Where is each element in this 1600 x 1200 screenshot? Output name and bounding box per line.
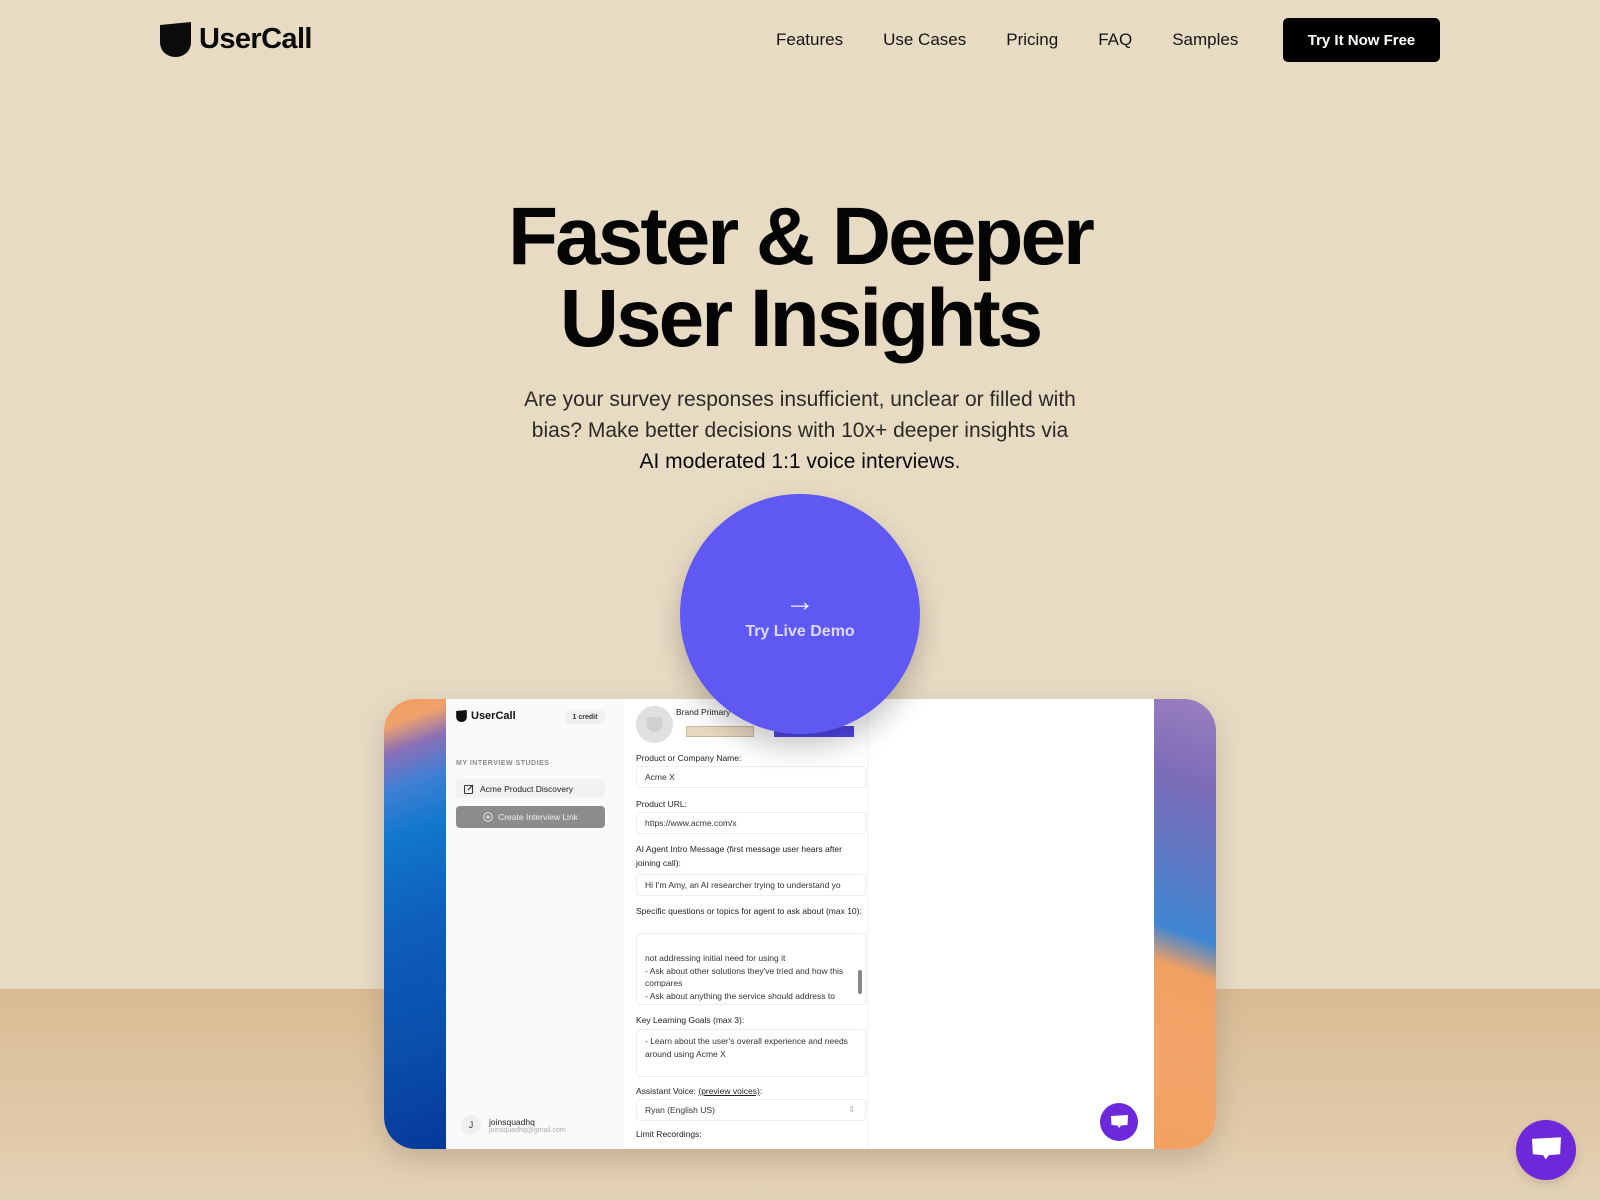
voice-select[interactable]: Ryan (English US) ⇕ (636, 1099, 866, 1121)
credits-badge: 1 credit (565, 710, 605, 724)
demo-label: Try Live Demo (745, 623, 855, 640)
subtitle-end: . (954, 450, 961, 473)
app-screen: UserCall 1 credit MY INTERVIEW STUDIES A… (446, 699, 1154, 1149)
user-email: joinsquadhq@gmail.com (489, 1126, 566, 1134)
shield-logo-icon (456, 710, 467, 722)
support-chat-button[interactable] (1516, 1120, 1576, 1180)
limit-recordings-label: Limit Recordings: (636, 1129, 702, 1139)
nav-pricing[interactable]: Pricing (1006, 30, 1058, 50)
arrow-right-icon: → (785, 585, 815, 618)
voice-select-value: Ryan (English US) (645, 1105, 715, 1115)
shield-logo-icon (160, 22, 191, 57)
questions-label: Specific questions or topics for agent t… (636, 906, 862, 916)
company-name-input[interactable]: Acme X (636, 766, 866, 788)
nav-faq[interactable]: FAQ (1098, 30, 1132, 50)
plus-circle-icon (483, 812, 493, 822)
product-url-label: Product URL: (636, 799, 688, 809)
intro-message-label: AI Agent Intro Message (first message us… (636, 844, 842, 868)
logo[interactable]: UserCall (160, 22, 312, 57)
learning-goals-label: Key Learning Goals (max 3): (636, 1015, 745, 1025)
user-profile[interactable]: J joinsquadhq joinsquadhq@gmail.com (461, 1115, 566, 1135)
nav-features[interactable]: Features (776, 30, 843, 50)
nav-samples[interactable]: Samples (1172, 30, 1238, 50)
headline-line-1: Faster & Deeper (508, 191, 1095, 282)
app-sidebar: UserCall 1 credit MY INTERVIEW STUDIES A… (446, 699, 624, 1149)
chat-bubble-icon (1110, 1114, 1128, 1128)
subtitle-emphasis: AI moderated 1:1 voice interviews (639, 450, 955, 473)
headline-line-2: User Insights (559, 273, 1043, 364)
wallpaper-left (384, 699, 446, 1149)
app-logo: UserCall (456, 710, 516, 722)
create-button-label: Create Interview Link (498, 812, 578, 822)
app-chat-button[interactable] (1100, 1103, 1138, 1141)
voice-label: Assistant Voice: (preview voices): (636, 1084, 868, 1098)
subtitle-text: Are your survey responses insufficient, … (524, 388, 1076, 442)
study-item[interactable]: Acme Product Discovery (456, 779, 605, 798)
app-logo-text: UserCall (471, 710, 516, 722)
voice-label-text: Assistant Voice: (636, 1086, 699, 1096)
select-chevrons-icon: ⇕ (848, 1105, 855, 1114)
main-nav: Features Use Cases Pricing FAQ Samples (776, 30, 1278, 50)
try-free-button[interactable]: Try It Now Free (1283, 18, 1440, 62)
brand-primary-label: Brand Primary (676, 707, 731, 717)
product-url-input[interactable]: https://www.acme.com/x (636, 812, 866, 834)
learning-goals-textarea[interactable]: - Learn about the user's overall experie… (636, 1029, 866, 1077)
intro-message-input[interactable]: Hi I'm Amy, an AI researcher trying to u… (636, 874, 866, 896)
app-preview: UserCall 1 credit MY INTERVIEW STUDIES A… (384, 699, 1216, 1149)
brand-color-swatch-1[interactable] (686, 726, 754, 737)
company-name-label: Product or Company Name: (636, 753, 742, 763)
voice-label-colon: : (759, 1086, 763, 1096)
wallpaper-right (1154, 699, 1216, 1149)
create-interview-link-button[interactable]: Create Interview Link (456, 806, 605, 828)
logo-text: UserCall (199, 23, 312, 55)
textarea-scrollbar[interactable] (858, 970, 862, 994)
questions-text: not addressing initial need for using it… (645, 953, 844, 1004)
studies-section-title: MY INTERVIEW STUDIES (456, 760, 550, 767)
questions-textarea[interactable]: not addressing initial need for using it… (636, 933, 866, 1005)
study-form: Brand Primary Product or Company Name: A… (632, 699, 868, 1149)
study-name: Acme Product Discovery (480, 783, 574, 794)
edit-icon (464, 784, 474, 794)
avatar: J (461, 1115, 481, 1135)
try-live-demo-button[interactable]: → Try Live Demo (680, 494, 920, 734)
nav-use-cases[interactable]: Use Cases (883, 30, 966, 50)
hero-headline: Faster & Deeper User Insights (0, 196, 1600, 360)
brand-logo-upload[interactable] (636, 706, 673, 743)
hero-subtitle: Are your survey responses insufficient, … (520, 384, 1080, 477)
chat-bubble-icon (1531, 1137, 1561, 1160)
user-name: joinsquadhq (489, 1116, 535, 1127)
preview-voices-link[interactable]: (preview voices) (698, 1086, 759, 1096)
